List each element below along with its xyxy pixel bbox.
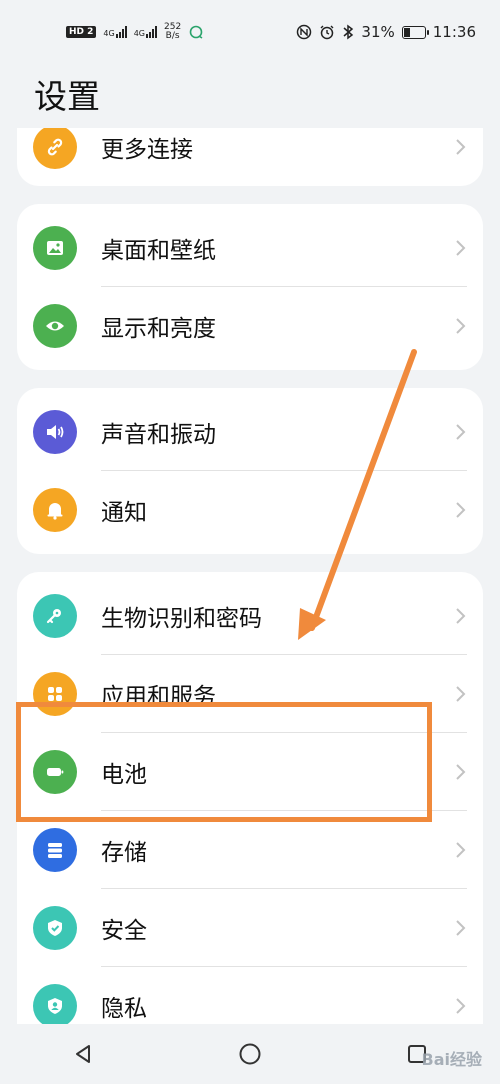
- status-left: HD 2 4G 4G 252 B/s: [66, 23, 204, 41]
- shield-icon: [33, 906, 77, 950]
- chevron-right-icon: [456, 764, 466, 780]
- battery-percent: 31%: [361, 23, 395, 41]
- privacy-icon: [33, 984, 77, 1028]
- settings-item-notifications[interactable]: 通知: [17, 471, 483, 549]
- watermark: Bai经验: [421, 1050, 482, 1069]
- page-title: 设置: [34, 77, 100, 116]
- chevron-right-icon: [456, 920, 466, 936]
- signal-1-icon: 4G: [103, 26, 127, 38]
- bell-icon: [33, 488, 77, 532]
- chevron-right-icon: [456, 240, 466, 256]
- key-icon: [33, 594, 77, 638]
- settings-item-label: 桌面和壁纸: [101, 238, 216, 264]
- alarm-icon: [320, 25, 334, 40]
- storage-icon: [33, 828, 77, 872]
- chevron-right-icon: [456, 998, 466, 1014]
- clock: 11:36: [432, 23, 476, 41]
- settings-item-sound-vibration[interactable]: 声音和振动: [17, 393, 483, 471]
- settings-item-more-connections[interactable]: 更多连接: [17, 128, 483, 186]
- status-right: 31% 11:36: [296, 23, 476, 41]
- chevron-right-icon: [456, 318, 466, 334]
- settings-item-apps-services[interactable]: 应用和服务: [17, 655, 483, 733]
- eye-icon: [33, 304, 77, 348]
- battery-icon: [33, 750, 77, 794]
- settings-group-2: 桌面和壁纸 显示和亮度: [17, 204, 483, 370]
- settings-item-label: 更多连接: [101, 137, 193, 163]
- link-icon: [33, 128, 77, 169]
- settings-item-security[interactable]: 安全: [17, 889, 483, 967]
- settings-item-label: 隐私: [101, 996, 147, 1022]
- home-button[interactable]: [220, 1034, 280, 1074]
- nfc-icon: [297, 24, 312, 40]
- settings-item-label: 应用和服务: [101, 684, 216, 710]
- network-speed: 252 B/s: [164, 22, 182, 41]
- chevron-right-icon: [456, 842, 466, 858]
- settings-item-desktop-wallpaper[interactable]: 桌面和壁纸: [17, 209, 483, 287]
- settings-item-label: 生物识别和密码: [101, 606, 262, 632]
- hd-voice-icon: HD 2: [66, 26, 97, 38]
- settings-item-label: 显示和亮度: [101, 316, 216, 342]
- chevron-right-icon: [456, 424, 466, 440]
- image-icon: [33, 226, 77, 270]
- settings-item-storage[interactable]: 存储: [17, 811, 483, 889]
- settings-item-privacy[interactable]: 隐私: [17, 967, 483, 1032]
- settings-item-label: 通知: [101, 500, 147, 526]
- apps-icon: [33, 672, 77, 716]
- chevron-right-icon: [456, 608, 466, 624]
- settings-group-3: 声音和振动 通知: [17, 388, 483, 554]
- settings-item-biometrics-password[interactable]: 生物识别和密码: [17, 577, 483, 655]
- settings-item-label: 电池: [101, 762, 147, 788]
- settings-item-label: 声音和振动: [101, 422, 216, 448]
- home-circle-icon: [239, 1043, 261, 1065]
- status-bar: HD 2 4G 4G 252 B/s 31% 11:36: [0, 0, 500, 64]
- battery-status-icon: [401, 25, 429, 39]
- chevron-right-icon: [456, 502, 466, 518]
- settings-group-4: 生物识别和密码 应用和服务 电池 存储 安全 隐私: [17, 572, 483, 1032]
- chevron-right-icon: [456, 686, 466, 702]
- signal-2-icon: 4G: [134, 26, 157, 38]
- speaker-icon: [33, 410, 77, 454]
- settings-group-1: 更多连接: [17, 128, 483, 186]
- bluetooth-icon: [343, 24, 354, 40]
- sync-icon: [189, 25, 203, 39]
- settings-item-label: 安全: [101, 918, 147, 944]
- back-triangle-icon: [76, 1045, 91, 1063]
- back-button[interactable]: [53, 1034, 113, 1074]
- settings-item-label: 存储: [101, 840, 147, 866]
- settings-item-display-brightness[interactable]: 显示和亮度: [17, 287, 483, 365]
- settings-item-battery[interactable]: 电池: [17, 733, 483, 811]
- chevron-right-icon: [456, 139, 466, 155]
